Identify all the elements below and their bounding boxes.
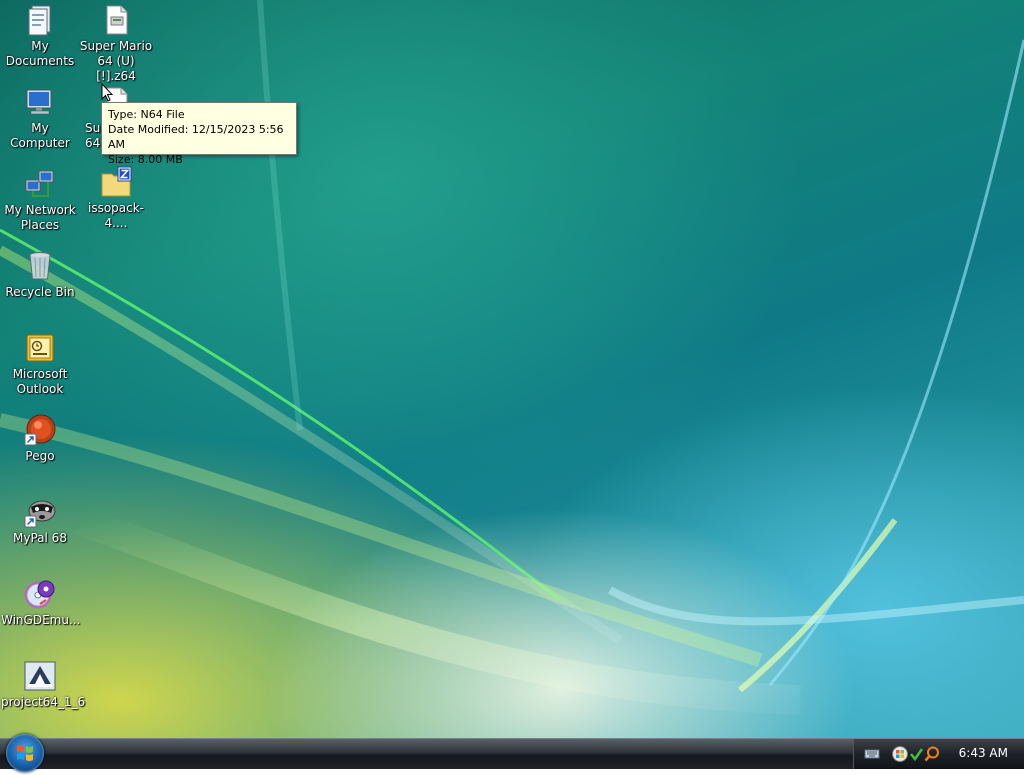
recycle-bin-icon xyxy=(24,250,56,282)
network-icon xyxy=(24,168,56,200)
clock[interactable]: 6:43 AM xyxy=(959,746,1008,760)
desktop-icon-label: Pego xyxy=(25,449,55,463)
zip-folder-icon xyxy=(100,166,132,198)
tooltip-size: Size: 8.00 MB xyxy=(108,153,183,166)
desktop-icon-project64[interactable]: project64_1_6 xyxy=(1,660,86,710)
mypal-raccoon-icon xyxy=(24,496,56,528)
search-icon[interactable] xyxy=(924,746,940,762)
desktop-icon-mypal-68[interactable]: MyPal 68 xyxy=(1,496,79,546)
tooltip-date-modified: Date Modified: 12/15/2023 5:56 AM xyxy=(108,123,284,151)
taskbar: 6:43 AM xyxy=(0,734,1024,772)
tooltip-type: Type: N64 File xyxy=(108,108,185,121)
windows-flag-icon[interactable] xyxy=(892,746,908,762)
desktop-icon-label: My Computer xyxy=(10,121,70,150)
mouse-cursor-icon xyxy=(101,83,114,102)
desktop-icon-my-network-places[interactable]: My Network Places xyxy=(1,168,79,233)
documents-folder-icon xyxy=(24,4,56,36)
start-button[interactable] xyxy=(6,734,44,772)
desktop-icon-label: Recycle Bin xyxy=(5,285,75,299)
desktop-icon-pego[interactable]: Pego xyxy=(1,414,79,464)
security-check-icon[interactable] xyxy=(908,746,924,762)
desktop-icon-label: Microsoft Outlook xyxy=(12,367,68,396)
desktop-icon-label: My Network Places xyxy=(4,203,76,232)
project64-icon xyxy=(24,660,56,692)
desktop-icon-label: Super Mario 64 (U) [!].z64 xyxy=(79,39,153,83)
desktop-icon-my-computer[interactable]: My Computer xyxy=(1,86,79,151)
desktop-icon-label: issopack-4.... xyxy=(87,201,145,230)
desktop-icon-label: WinGDEmu... xyxy=(1,613,81,627)
desktop-icon-super-mario-64[interactable]: Super Mario 64 (U) [!].z64 xyxy=(77,4,155,84)
desktop-icon-my-documents[interactable]: My Documents xyxy=(1,4,79,69)
keyboard-icon[interactable] xyxy=(864,746,880,762)
desktop[interactable]: My Documents Super Mario 64 (U) [!].z64 … xyxy=(0,0,1024,738)
n64-file-icon xyxy=(100,4,132,36)
file-info-tooltip: Type: N64 File Date Modified: 12/15/2023… xyxy=(101,102,297,166)
desktop-icon-wingdemu[interactable]: WinGDEmu... xyxy=(1,578,81,628)
system-tray: 6:43 AM xyxy=(853,739,1024,769)
disc-icon xyxy=(24,578,56,610)
windows-logo-icon xyxy=(17,745,33,761)
desktop-icon-label: My Documents xyxy=(5,39,75,68)
desktop-icon-recycle-bin[interactable]: Recycle Bin xyxy=(1,250,79,300)
desktop-icon-issopack[interactable]: issopack-4.... xyxy=(77,166,155,231)
desktop-icon-label: project64_1_6 xyxy=(1,695,86,709)
pego-icon xyxy=(24,414,56,446)
outlook-icon xyxy=(24,332,56,364)
desktop-icon-microsoft-outlook[interactable]: Microsoft Outlook xyxy=(1,332,79,397)
desktop-icon-label: MyPal 68 xyxy=(13,531,67,545)
computer-icon xyxy=(24,86,56,118)
